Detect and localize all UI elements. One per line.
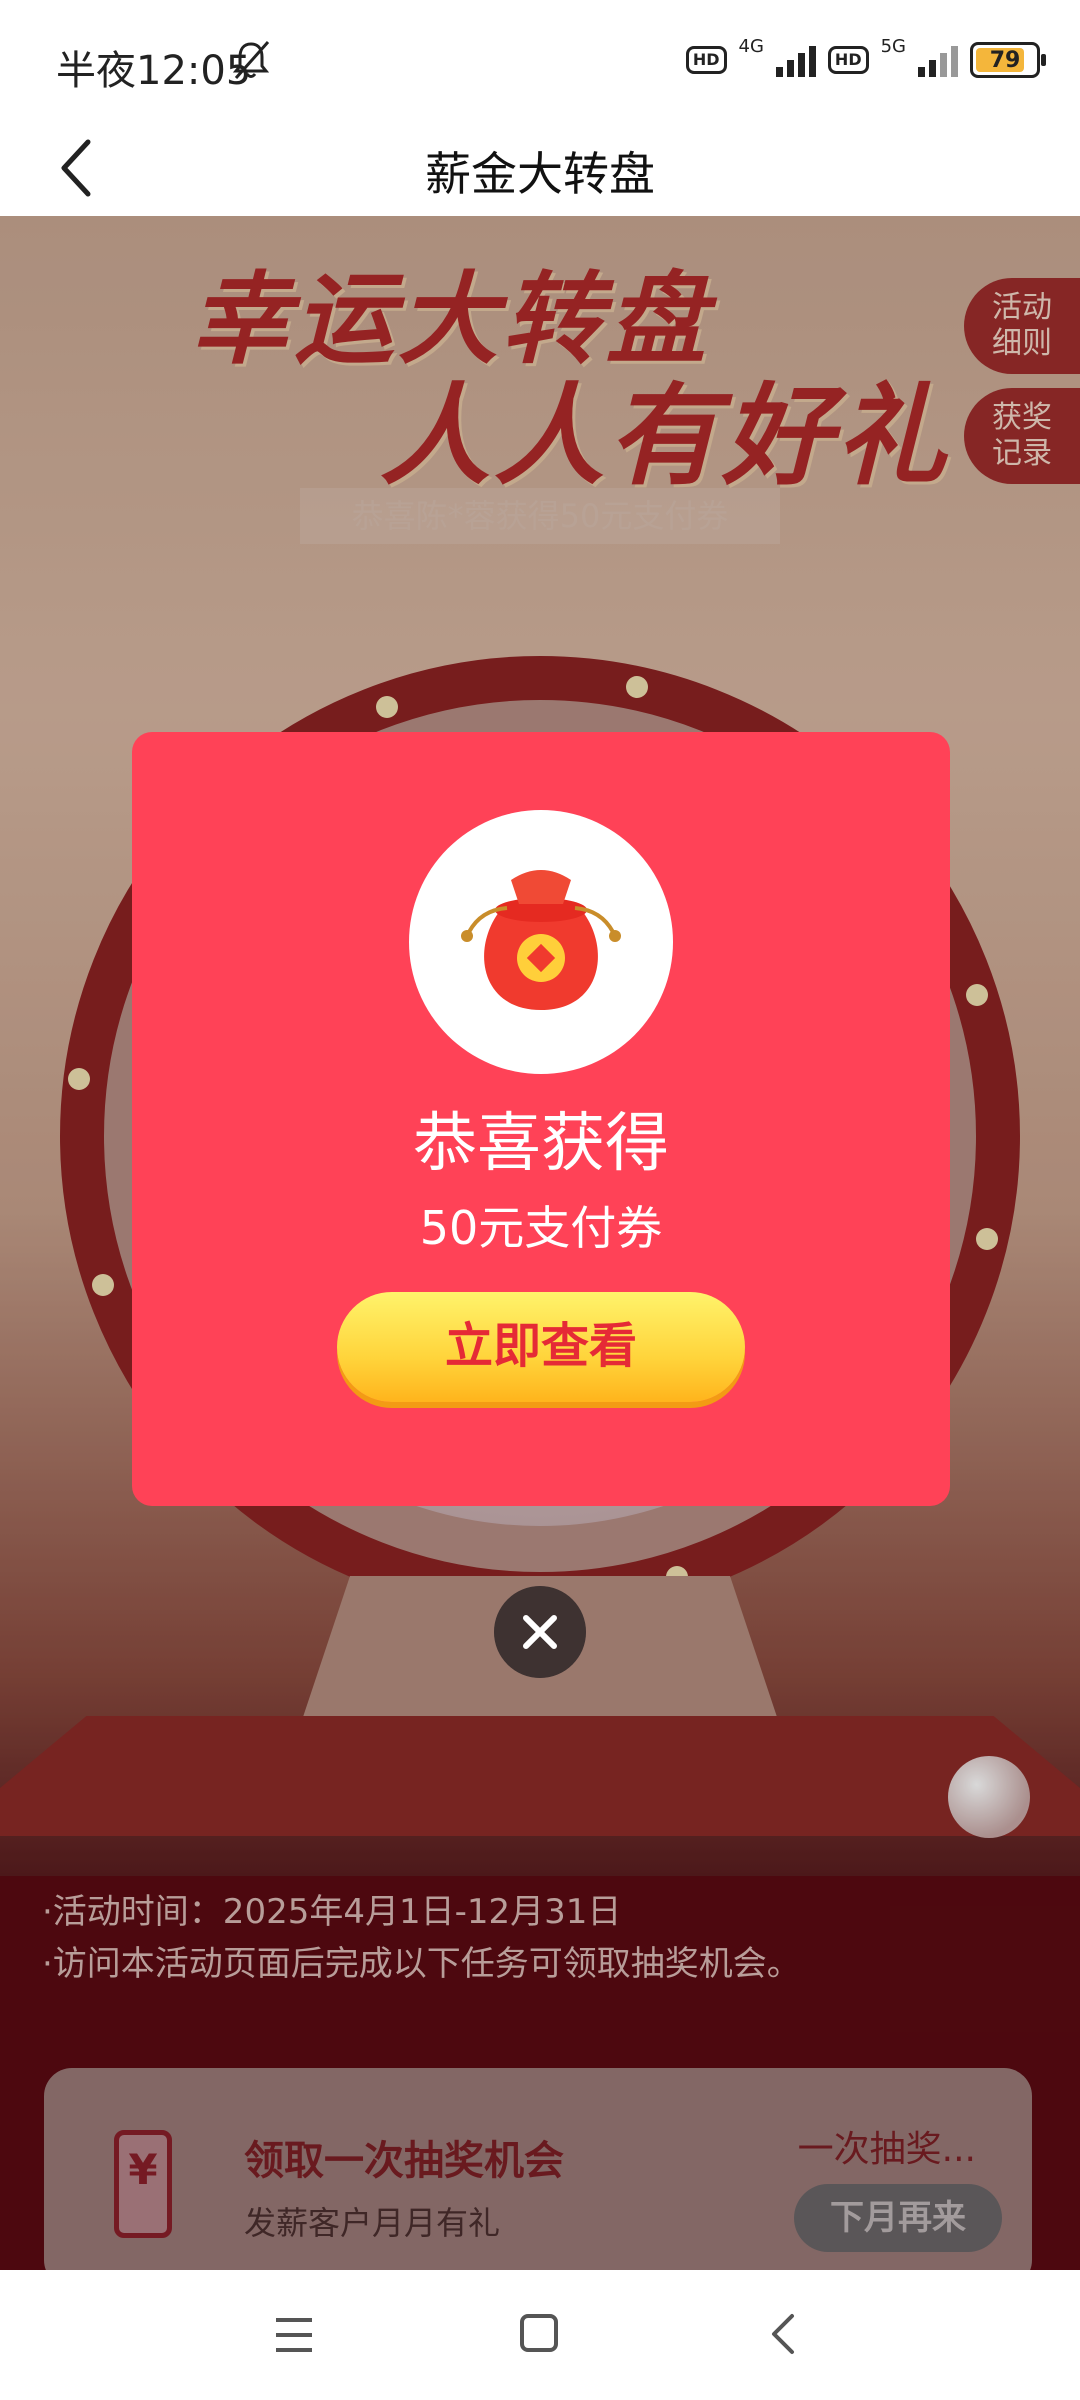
status-time: 半夜12:05 [56, 48, 252, 94]
modal-title: 恭喜获得 [413, 1107, 669, 1181]
prize-image-circle [409, 810, 673, 1074]
status-indicators: HD 4G HD 5G 79 [685, 36, 1046, 80]
system-nav-bar [0, 2270, 1080, 2400]
network-4g: 4G [738, 35, 764, 57]
bell-muted-icon [232, 41, 270, 79]
close-icon[interactable] [494, 1586, 586, 1678]
nav-back-icon[interactable] [768, 2312, 798, 2356]
menu-icon[interactable] [274, 2316, 314, 2354]
battery-level: 79 [989, 47, 1021, 73]
lucky-bag-icon [461, 870, 621, 1010]
status-bar: 半夜12:05 HD 4G HD 5G 79 [0, 0, 1080, 120]
page-title: 薪金大转盘 [425, 147, 655, 201]
home-icon[interactable] [520, 2314, 558, 2352]
prize-name: 50元支付券 [419, 1201, 663, 1255]
prize-modal: 恭喜获得 50元支付券 立即查看 [132, 732, 950, 1506]
network-5g: 5G [880, 35, 906, 57]
signal-icon-1 [775, 43, 816, 77]
hd-badge-2: HD [827, 46, 869, 74]
title-bar: 薪金大转盘 [0, 120, 1080, 216]
view-now-button[interactable]: 立即查看 [337, 1292, 745, 1402]
hd-badge-1: HD [685, 46, 727, 74]
signal-icon-2 [918, 43, 958, 77]
battery-icon: 79 [970, 42, 1046, 78]
